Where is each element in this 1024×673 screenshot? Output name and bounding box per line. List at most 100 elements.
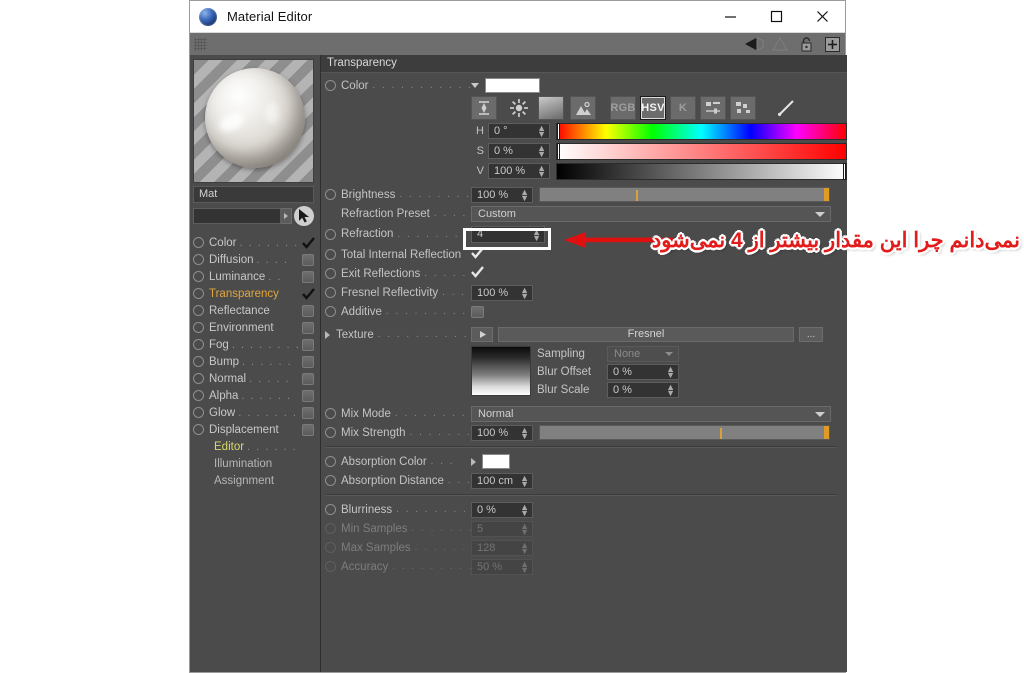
blur-scale-input[interactable]: 0 % ▲ ▼ (607, 382, 679, 398)
value-input[interactable]: 100 % ▲ ▼ (488, 163, 550, 179)
hue-input[interactable]: 0 ° ▲ ▼ (488, 123, 550, 139)
sidebar-item-environment[interactable]: Environment (193, 319, 320, 336)
sidebar-item-luminance[interactable]: Luminance . . (193, 268, 320, 285)
value-marker[interactable] (843, 162, 846, 180)
stepper-icon[interactable]: ▲ ▼ (537, 144, 546, 159)
channel-label: Fog (209, 338, 229, 351)
additive-checkbox[interactable] (471, 305, 484, 318)
brightness-input[interactable]: 100 % ▲ ▼ (471, 186, 533, 203)
sidebar-item-color[interactable]: Color . . . . . . . (193, 234, 320, 251)
slider-knob[interactable] (824, 188, 829, 201)
texture-play-button[interactable] (471, 327, 493, 342)
search-dropdown-button[interactable] (281, 208, 292, 224)
sidebar-item-displacement[interactable]: Displacement (193, 421, 320, 438)
sidebar-item-transparency[interactable]: Transparency (193, 285, 320, 302)
stepper-icon[interactable]: ▲ ▼ (666, 365, 675, 380)
material-name-field[interactable]: Mat (193, 186, 314, 203)
maximize-button[interactable] (753, 1, 799, 32)
blurriness-input[interactable]: 0 % ▲ ▼ (471, 501, 533, 518)
sidebar-item-normal[interactable]: Normal . . . . . (193, 370, 320, 387)
sidebar-item-editor[interactable]: Editor . . . . . . (193, 438, 320, 455)
sidebar-item-reflectance[interactable]: Reflectance (193, 302, 320, 319)
mix-strength-input[interactable]: 100 % ▲ ▼ (471, 424, 533, 441)
check-icon[interactable] (301, 287, 315, 300)
refraction-preset-select[interactable]: Custom (471, 205, 831, 222)
mix-mode-select[interactable]: Normal (471, 405, 831, 422)
value-bar[interactable] (556, 162, 847, 180)
chevron-down-icon (665, 352, 673, 356)
saturation-input[interactable]: 0 % ▲ ▼ (488, 143, 550, 159)
stepper-icon[interactable]: ▲ ▼ (520, 425, 529, 440)
channel-checkbox[interactable] (302, 304, 314, 317)
absorption-distance-input[interactable]: 100 cm ▲ ▼ (471, 472, 533, 489)
channel-checkbox[interactable] (302, 338, 314, 351)
stepper-icon[interactable]: ▲ ▼ (520, 502, 529, 517)
swatches-icon[interactable] (730, 96, 756, 120)
stepper-icon[interactable]: ▲ ▼ (537, 164, 546, 179)
refraction-field[interactable]: 4 ▲ ▼ (471, 225, 545, 243)
texture-thumbnail[interactable] (471, 346, 531, 396)
blur-offset-input[interactable]: 0 % ▲ ▼ (607, 364, 679, 380)
color-wheel-icon[interactable] (506, 96, 532, 120)
triangle-icon[interactable] (770, 35, 790, 53)
sidebar-item-diffusion[interactable]: Diffusion . . . . (193, 251, 320, 268)
check-icon[interactable] (301, 236, 315, 249)
close-button[interactable] (799, 1, 845, 32)
sidebar-item-bump[interactable]: Bump . . . . . . (193, 353, 320, 370)
stepper-icon[interactable]: ▲ ▼ (666, 383, 675, 398)
texture-more-button[interactable]: ... (799, 327, 823, 342)
expand-triangle-icon[interactable] (325, 330, 330, 339)
channel-checkbox[interactable] (302, 355, 314, 368)
material-preview[interactable] (193, 59, 314, 183)
channel-checkbox[interactable] (302, 321, 314, 334)
channel-checkbox[interactable] (302, 423, 314, 436)
rgb-button[interactable]: RGB (610, 96, 636, 120)
slider-knob[interactable] (824, 426, 829, 439)
channel-checkbox[interactable] (302, 406, 314, 419)
picture-icon[interactable] (570, 96, 596, 120)
stepper-icon[interactable]: ▲ ▼ (520, 473, 529, 488)
mixer-icon[interactable] (700, 96, 726, 120)
channel-checkbox[interactable] (302, 253, 314, 266)
sampling-select[interactable]: None (607, 346, 679, 362)
channel-checkbox[interactable] (302, 270, 314, 283)
saturation-marker[interactable] (557, 142, 560, 160)
chevron-down-icon[interactable] (471, 83, 479, 88)
range-icon[interactable] (471, 96, 497, 120)
material-editor-window: Material Editor Mat Color . . . . . . . … (189, 0, 847, 673)
sidebar-item-fog[interactable]: Fog . . . . . . . . (193, 336, 320, 353)
texture-name-field[interactable]: Fresnel (498, 327, 794, 342)
hsv-button[interactable]: HSV (640, 96, 666, 120)
stepper-icon[interactable]: ▲ ▼ (520, 187, 529, 202)
color-swatch[interactable] (485, 78, 540, 93)
absorption-color-swatch[interactable] (482, 454, 510, 469)
kelvin-button[interactable]: K (670, 96, 696, 120)
sidebar-item-glow[interactable]: Glow . . . . . . . (193, 404, 320, 421)
expand-triangle-icon[interactable] (471, 457, 476, 466)
exit-reflections-checkbox[interactable] (471, 266, 484, 281)
sidebar-item-alpha[interactable]: Alpha . . . . . . (193, 387, 320, 404)
brightness-slider[interactable] (539, 187, 830, 202)
gradient-icon[interactable] (538, 96, 564, 120)
channel-checkbox[interactable] (302, 389, 314, 402)
stepper-icon[interactable]: ▲ ▼ (520, 285, 529, 300)
minimize-button[interactable] (707, 1, 753, 32)
drag-grip-icon[interactable] (194, 37, 207, 51)
sidebar-item-assignment[interactable]: Assignment (193, 472, 320, 489)
stepper-icon[interactable]: ▲ ▼ (532, 227, 541, 242)
hue-bar[interactable] (556, 122, 847, 140)
saturation-bar[interactable] (556, 142, 847, 160)
sidebar-item-illumination[interactable]: Illumination (193, 455, 320, 472)
stepper-icon[interactable]: ▲ ▼ (537, 124, 546, 139)
search-input[interactable] (193, 208, 281, 224)
total-internal-reflection-checkbox[interactable] (471, 247, 484, 262)
pick-cursor-button[interactable] (294, 206, 314, 226)
mix-strength-slider[interactable] (539, 425, 830, 440)
plus-icon[interactable] (822, 35, 842, 53)
eyedropper-icon[interactable] (774, 96, 800, 120)
fresnel-reflectivity-input[interactable]: 100 % ▲ ▼ (471, 284, 533, 301)
hue-marker[interactable] (557, 122, 560, 140)
lock-icon[interactable] (796, 35, 816, 53)
arrow-left-icon[interactable] (744, 35, 764, 53)
channel-checkbox[interactable] (302, 372, 314, 385)
